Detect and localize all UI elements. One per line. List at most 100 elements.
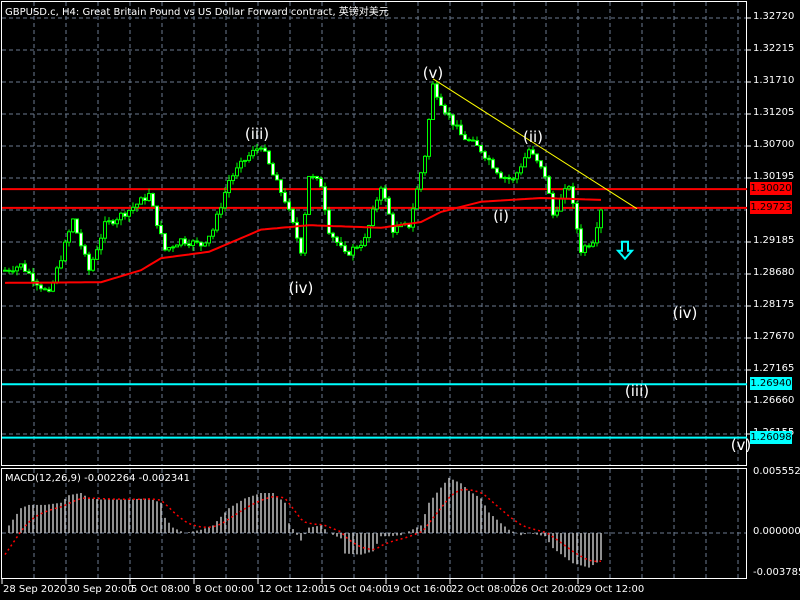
candle-body	[179, 238, 183, 246]
candle-body	[211, 229, 215, 237]
time-tick-label: 29 Oct 12:00	[579, 584, 645, 595]
candle-body	[59, 260, 63, 269]
candle-body	[27, 270, 31, 274]
wave-label: (iv)	[288, 278, 314, 297]
candle-body	[463, 134, 467, 141]
candle-body	[347, 251, 351, 256]
candle-body	[55, 267, 59, 283]
price-tick-label: 1.32215	[753, 43, 795, 54]
candle-body	[379, 187, 383, 201]
time-tick-label: 15 Oct 04:00	[323, 584, 389, 595]
candle-body	[7, 269, 11, 272]
wave-label: (iii)	[244, 124, 270, 143]
candle-body	[451, 114, 455, 126]
wave-label: (iii)	[624, 382, 650, 401]
candle-body	[175, 244, 179, 248]
candle-body	[63, 241, 67, 262]
candle-body	[231, 175, 235, 182]
candle-body	[519, 166, 523, 174]
candle-body	[135, 203, 139, 208]
candle-body	[223, 192, 227, 209]
candle-body	[143, 197, 147, 201]
candle-body	[123, 212, 127, 217]
wave-label: (i)	[493, 206, 509, 225]
candle-body	[267, 150, 271, 165]
candle-body	[507, 177, 511, 180]
candle-body	[187, 243, 191, 247]
macd-tick-label: -0.003785	[753, 566, 800, 578]
candle-body	[119, 212, 123, 221]
candle-body	[299, 237, 303, 254]
macd-tick-label: 0.005552	[753, 466, 800, 477]
candle-body	[151, 193, 155, 207]
candle-body	[483, 151, 487, 159]
candle-body	[415, 188, 419, 210]
candle-body	[591, 242, 595, 247]
candle-body	[471, 139, 475, 142]
candle-body	[531, 149, 535, 155]
price-tick-label: 1.30195	[753, 171, 795, 182]
candle-body	[583, 245, 587, 253]
candle-body	[447, 112, 451, 116]
candle-body	[371, 208, 375, 227]
price-tick-label: 1.28175	[753, 299, 795, 310]
candle-body	[79, 232, 83, 247]
candle-body	[311, 175, 315, 178]
candle-body	[391, 213, 395, 233]
candle-body	[323, 186, 327, 211]
price-tag: 1.30020	[750, 182, 792, 196]
candle-body	[543, 166, 547, 178]
candle-body	[115, 219, 119, 225]
candle-body	[499, 172, 503, 179]
candle-body	[491, 159, 495, 169]
candle-body	[159, 225, 163, 235]
candle-body	[559, 197, 563, 212]
candle-body	[355, 246, 359, 249]
candle-body	[527, 149, 531, 159]
candle-body	[315, 175, 319, 179]
candle-body	[71, 218, 75, 233]
candle-body	[571, 186, 575, 204]
candle-body	[163, 233, 167, 251]
candle-body	[3, 269, 7, 272]
chart-canvas[interactable]	[0, 0, 800, 600]
candle-body	[95, 249, 99, 260]
candle-body	[467, 139, 471, 142]
candle-body	[219, 207, 223, 215]
wave-label: (v)	[730, 435, 752, 454]
candle-body	[599, 209, 603, 229]
price-tick-label: 1.28680	[753, 267, 795, 278]
candle-body	[83, 245, 87, 255]
candle-body	[131, 206, 135, 211]
candle-body	[111, 220, 115, 225]
candle-body	[239, 160, 243, 169]
candle-body	[295, 221, 299, 239]
price-tick-label: 1.27165	[753, 363, 795, 374]
candle-body	[235, 167, 239, 177]
candle-body	[319, 177, 323, 188]
candle-body	[147, 193, 151, 201]
candle-body	[383, 187, 387, 199]
candle-body	[587, 245, 591, 248]
candle-body	[199, 241, 203, 247]
candle-body	[411, 208, 415, 228]
candle-body	[251, 149, 255, 157]
candle-body	[487, 157, 491, 161]
candle-body	[103, 221, 107, 239]
candle-body	[91, 258, 95, 271]
candle-body	[567, 186, 571, 190]
candle-body	[203, 242, 207, 247]
candle-body	[575, 202, 579, 230]
candle-body	[243, 159, 247, 162]
candle-body	[335, 236, 339, 243]
candle-body	[127, 209, 131, 217]
price-tick-label: 1.27670	[753, 331, 795, 342]
candle-body	[75, 218, 79, 234]
chart-title: GBPUSD.c, H4: Great Britain Pound vs US …	[5, 7, 389, 18]
time-tick-label: 22 Oct 08:00	[451, 584, 517, 595]
candle-body	[439, 96, 443, 106]
candle-body	[31, 272, 35, 282]
candle-body	[183, 238, 187, 245]
candle-body	[423, 155, 427, 174]
time-tick-label: 8 Oct 00:00	[195, 584, 254, 595]
